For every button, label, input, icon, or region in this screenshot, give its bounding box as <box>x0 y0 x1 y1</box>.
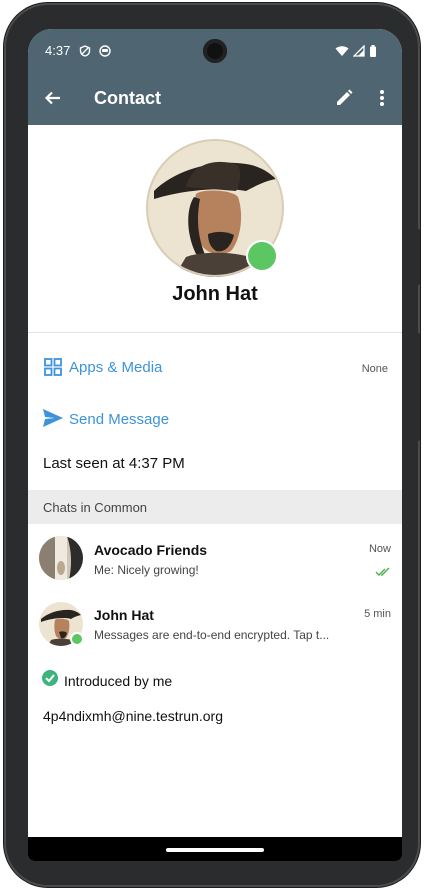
phone-frame: 4:37 Contact John Hat Apps & Media None … <box>4 3 420 887</box>
chat-time: 5 min <box>364 608 391 620</box>
online-status-dot <box>70 632 84 646</box>
online-status-dot <box>246 240 278 272</box>
volume-button <box>416 229 420 285</box>
camera-cutout <box>203 39 227 63</box>
send-message-label: Send Message <box>69 411 170 428</box>
verified-check-icon <box>42 670 58 691</box>
battery-icon <box>369 44 377 57</box>
screen: 4:37 Contact John Hat Apps & Media None … <box>28 29 402 861</box>
page-title: Contact <box>94 88 161 108</box>
send-icon <box>42 408 64 433</box>
last-seen-text: Last seen at 4:37 PM <box>43 455 185 472</box>
apps-media-label: Apps & Media <box>69 359 163 376</box>
contact-name: John Hat <box>172 283 258 305</box>
shield-status-icon <box>79 44 91 57</box>
apps-media-count: None <box>361 363 388 375</box>
chat-subtitle: Me: Nicely growing! <box>94 563 199 577</box>
profile-header: John Hat <box>28 125 402 333</box>
double-check-icon <box>375 564 391 582</box>
chat-list-item[interactable]: Avocado Friends Me: Nicely growing! Now <box>28 529 402 593</box>
chat-time: Now <box>368 543 391 555</box>
chat-subtitle: Messages are end-to-end encrypted. Tap t… <box>94 628 330 642</box>
navigation-bar <box>28 837 402 861</box>
chats-in-common-header: Chats in Common <box>28 490 402 524</box>
app-bar: Contact <box>28 71 402 125</box>
introduced-by-row: Introduced by me <box>42 670 172 691</box>
more-vert-icon[interactable] <box>368 84 396 112</box>
back-arrow-icon[interactable] <box>39 84 67 112</box>
last-seen-row: Last seen at 4:37 PM <box>28 455 402 479</box>
home-gesture-handle[interactable] <box>166 848 264 852</box>
face-status-icon <box>99 44 111 57</box>
status-bar: 4:37 <box>28 29 402 71</box>
apps-grid-icon <box>44 358 62 381</box>
edit-pencil-icon[interactable] <box>330 84 358 112</box>
wifi-icon <box>335 44 349 56</box>
introduced-by-text: Introduced by me <box>64 672 173 689</box>
contact-email[interactable]: 4p4ndixmh@nine.testrun.org <box>43 708 223 724</box>
chat-avatar <box>39 536 83 580</box>
send-message-row[interactable]: Send Message <box>28 399 402 443</box>
chat-title: Avocado Friends <box>94 542 208 558</box>
chat-list-item[interactable]: John Hat Messages are end-to-end encrypt… <box>28 594 402 658</box>
status-time: 4:37 <box>45 43 71 58</box>
chat-title: John Hat <box>94 607 154 623</box>
power-button <box>416 333 420 441</box>
apps-media-row[interactable]: Apps & Media None <box>28 347 402 391</box>
signal-icon <box>352 44 365 57</box>
